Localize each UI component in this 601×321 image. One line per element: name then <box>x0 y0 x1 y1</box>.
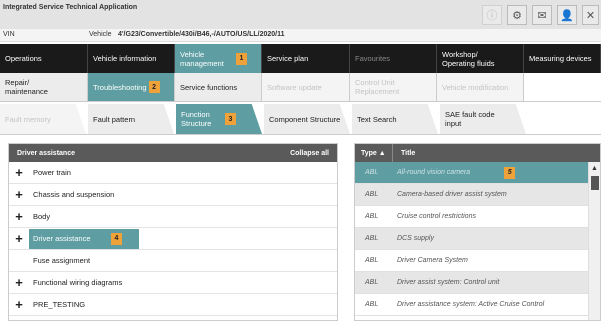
app-title: Integrated Service Technical Application <box>3 4 138 11</box>
vehicle-value: 4'/G23/Convertible/430i/B46,-/AUTO/US/LL… <box>118 31 285 38</box>
mail-icon[interactable]: ✉ <box>532 5 552 25</box>
subnav-troubleshooting[interactable]: Troubleshooting 2 <box>88 73 175 101</box>
tree-item-power-train[interactable]: + Power train <box>9 162 337 184</box>
tab-bar: Fault memory Fault pattern Function Stru… <box>0 104 601 135</box>
vehicle-bar: VIN Vehicle 4'/G23/Convertible/430i/B46,… <box>0 29 601 42</box>
tree-item-body[interactable]: + Body <box>9 206 337 228</box>
tab-sae-fault-code-input[interactable]: SAE fault code input <box>440 104 526 134</box>
tab-fault-pattern[interactable]: Fault pattern <box>88 104 174 134</box>
expand-icon[interactable]: + <box>13 232 25 245</box>
subnav-repair-maintenance[interactable]: Repair/ maintenance <box>0 73 88 101</box>
tab-fault-memory[interactable]: Fault memory <box>0 104 86 134</box>
nav-measuring-devices[interactable]: Measuring devices <box>524 44 601 73</box>
nav-favourites[interactable]: Favourites <box>350 44 437 73</box>
document-row[interactable]: ABL DCS supply <box>355 228 600 250</box>
collapse-all-button[interactable]: Collapse all <box>290 150 329 157</box>
column-header-title[interactable]: Title <box>393 150 415 157</box>
document-list-panel: Type ▲ Title ABL All-round vision camera… <box>354 143 601 321</box>
info-icon[interactable]: ⓘ <box>482 5 502 25</box>
scrollbar-thumb[interactable] <box>591 176 599 190</box>
subnav-service-functions[interactable]: Service functions <box>175 73 262 101</box>
expand-icon[interactable]: + <box>13 166 25 179</box>
document-row[interactable]: ABL Camera-based driver assist system <box>355 184 600 206</box>
tab-function-structure[interactable]: Function Structure 3 <box>176 104 262 134</box>
subnav-vehicle-modification[interactable]: Vehicle modification <box>437 73 524 101</box>
tree-header-title: Driver assistance <box>17 149 75 157</box>
tree-item-fuse-assignment[interactable]: Fuse assignment <box>9 250 337 272</box>
user-icon[interactable]: 👤 <box>557 5 577 25</box>
document-list-header: Type ▲ Title <box>355 144 600 162</box>
document-row[interactable]: ABL Driver assistance system: Active Cru… <box>355 294 600 316</box>
column-header-type[interactable]: Type ▲ <box>355 144 393 162</box>
nav-vehicle-information[interactable]: Vehicle information <box>88 44 175 73</box>
document-row[interactable]: ABL Cruise control restrictions <box>355 206 600 228</box>
tree-item-chassis-suspension[interactable]: + Chassis and suspension <box>9 184 337 206</box>
tree-item-driver-assistance[interactable]: + Driver assistance 4 <box>9 228 337 250</box>
settings-icon[interactable]: ⚙ <box>507 5 527 25</box>
tab-component-structure[interactable]: Component Structure <box>264 104 350 134</box>
vehicle-label: Vehicle <box>89 31 112 38</box>
step-badge: 3 <box>225 113 236 125</box>
expand-icon[interactable]: + <box>13 298 25 311</box>
sub-nav: Repair/ maintenance Troubleshooting 2 Se… <box>0 73 601 102</box>
tab-text-search[interactable]: Text Search <box>352 104 438 134</box>
step-badge: 1 <box>236 52 247 65</box>
function-tree-panel: Driver assistance Collapse all + Power t… <box>8 143 338 321</box>
document-row[interactable]: ABL Driver assist system: Control unit <box>355 272 600 294</box>
expand-icon[interactable]: + <box>13 276 25 289</box>
main-nav: Operations Vehicle information Vehicle m… <box>0 44 601 73</box>
subnav-control-unit-replacement[interactable]: Control Unit Replacement <box>350 73 437 101</box>
document-row[interactable]: ABL Driver Camera System <box>355 250 600 272</box>
expand-icon[interactable]: + <box>13 188 25 201</box>
step-badge: 5 <box>504 166 516 179</box>
document-row[interactable]: ABL All-round vision camera 5 <box>355 162 600 184</box>
subnav-software-update[interactable]: Software update <box>262 73 350 101</box>
document-list-scrollbar[interactable]: ▲ <box>588 162 600 320</box>
step-badge: 2 <box>148 81 160 93</box>
nav-vehicle-management[interactable]: Vehicle management 1 <box>175 44 262 73</box>
tree-header: Driver assistance Collapse all <box>9 144 337 162</box>
tree-item-pre-testing[interactable]: + PRE_TESTING <box>9 294 337 316</box>
nav-service-plan[interactable]: Service plan <box>262 44 350 73</box>
scroll-up-icon[interactable]: ▲ <box>589 162 600 174</box>
step-badge: 4 <box>111 232 122 245</box>
title-bar: Integrated Service Technical Application… <box>0 0 601 29</box>
nav-operations[interactable]: Operations <box>0 44 88 73</box>
tree-item-functional-wiring-diagrams[interactable]: + Functional wiring diagrams <box>9 272 337 294</box>
close-icon[interactable]: ✕ <box>582 5 599 25</box>
subnav-empty <box>524 73 601 101</box>
expand-icon[interactable]: + <box>13 210 25 223</box>
nav-workshop-operating-fluids[interactable]: Workshop/ Operating fluids <box>437 44 524 73</box>
vin-label: VIN <box>3 31 15 38</box>
